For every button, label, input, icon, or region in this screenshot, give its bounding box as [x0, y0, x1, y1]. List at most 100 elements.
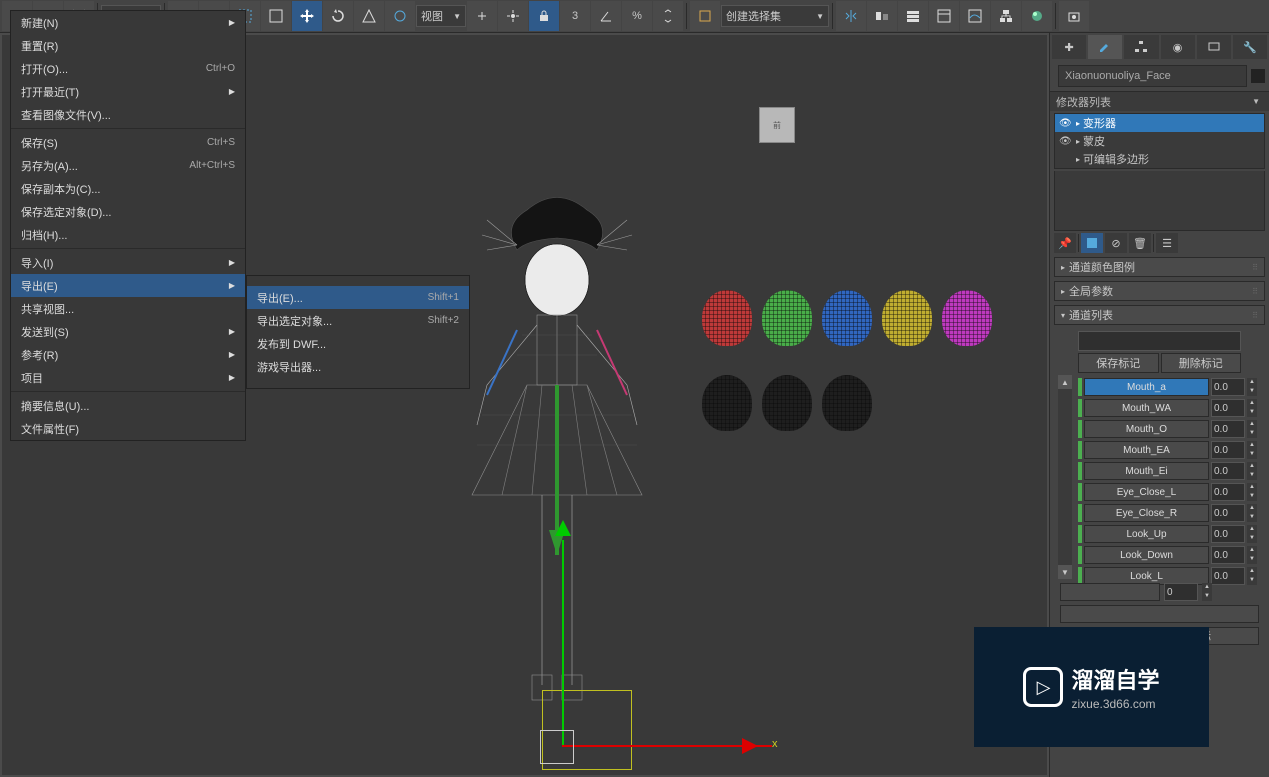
- menu-new[interactable]: 新建(N)▶: [11, 11, 245, 34]
- spinner-snap-icon[interactable]: [653, 1, 683, 31]
- channel-mouth-ei[interactable]: Mouth_Ei: [1084, 462, 1209, 480]
- curve-editor-icon[interactable]: [960, 1, 990, 31]
- modifier-morpher[interactable]: 👁▸变形器: [1055, 114, 1264, 132]
- channel-mouth-a[interactable]: Mouth_a: [1084, 378, 1209, 396]
- submenu-publish-dwf[interactable]: 发布到 DWF...: [247, 332, 469, 355]
- menu-view-image[interactable]: 查看图像文件(V)...: [11, 103, 245, 126]
- morph-head-red: [702, 290, 752, 346]
- morph-head-dark: [762, 375, 812, 431]
- morph-head-blue: [822, 290, 872, 346]
- selection-lock-icon[interactable]: [529, 1, 559, 31]
- channel-value[interactable]: 0.0: [1211, 378, 1245, 396]
- hidden-value[interactable]: 0: [1164, 583, 1198, 601]
- rollout-channel-list[interactable]: ▾通道列表⠿: [1054, 305, 1265, 325]
- named-selection-edit-icon[interactable]: [690, 1, 720, 31]
- menu-open[interactable]: 打开(O)...Ctrl+O: [11, 57, 245, 80]
- angle-snap-icon[interactable]: [591, 1, 621, 31]
- display-tab-icon[interactable]: [1197, 35, 1231, 59]
- export-submenu: 导出(E)...Shift+1 导出选定对象...Shift+2 发布到 DWF…: [246, 275, 470, 389]
- object-color-swatch[interactable]: [1251, 69, 1265, 83]
- modifier-stack[interactable]: 👁▸变形器 👁▸蒙皮 ▸可编辑多边形: [1054, 113, 1265, 169]
- watermark-title: 溜溜自学: [1071, 663, 1159, 695]
- material-editor-icon[interactable]: [1022, 1, 1052, 31]
- modify-tab-icon[interactable]: [1088, 35, 1122, 59]
- remove-modifier-icon[interactable]: 🗑: [1129, 233, 1151, 253]
- select-window-crossing-icon[interactable]: [261, 1, 291, 31]
- object-name-field[interactable]: Xiaonuonuoliya_Face: [1058, 65, 1247, 87]
- submenu-export-selected[interactable]: 导出选定对象...Shift+2: [247, 309, 469, 332]
- menu-send-to[interactable]: 发送到(S)▶: [11, 320, 245, 343]
- pin-stack-icon[interactable]: 📌: [1054, 233, 1076, 253]
- command-panel-tabs: ✚ ◉ 🔧: [1050, 33, 1269, 61]
- menu-archive[interactable]: 归档(H)...: [11, 223, 245, 246]
- morph-head-green: [762, 290, 812, 346]
- menu-export[interactable]: 导出(E)▶: [11, 274, 245, 297]
- watermark: ▷ 溜溜自学 zixue.3d66.com: [974, 627, 1209, 747]
- view-dropdown[interactable]: 视图▼: [416, 5, 466, 27]
- file-menu: 新建(N)▶ 重置(R) 打开(O)...Ctrl+O 打开最近(T)▶ 查看图…: [10, 10, 246, 441]
- mirror-icon[interactable]: [836, 1, 866, 31]
- rollout-channel-color[interactable]: ▸通道颜色图例⠿: [1054, 257, 1265, 277]
- rollout-global-params[interactable]: ▸全局参数⠿: [1054, 281, 1265, 301]
- configure-sets-icon[interactable]: ☰: [1156, 233, 1178, 253]
- snap-center-icon[interactable]: [498, 1, 528, 31]
- modifier-editable-poly[interactable]: ▸可编辑多边形: [1055, 150, 1264, 168]
- morph-target-heads-row2: [702, 375, 872, 431]
- channel-mouth-o[interactable]: Mouth_O: [1084, 420, 1209, 438]
- menu-share-view[interactable]: 共享视图...: [11, 297, 245, 320]
- menu-reset[interactable]: 重置(R): [11, 34, 245, 57]
- rotate-icon[interactable]: [323, 1, 353, 31]
- menu-save-as[interactable]: 另存为(A)...Alt+Ctrl+S: [11, 154, 245, 177]
- submenu-game-exporter[interactable]: 游戏导出器...: [247, 355, 469, 378]
- layer-icon[interactable]: [898, 1, 928, 31]
- delete-marker-button[interactable]: 删除标记: [1161, 353, 1242, 373]
- hierarchy-tab-icon[interactable]: [1124, 35, 1158, 59]
- morph-head-magenta: [942, 290, 992, 346]
- submenu-export[interactable]: 导出(E)...Shift+1: [247, 286, 469, 309]
- channel-scroll-up[interactable]: ▲: [1058, 375, 1072, 389]
- percent-snap-icon[interactable]: %: [622, 1, 652, 31]
- hidden-button-2[interactable]: [1060, 605, 1259, 623]
- placement-icon[interactable]: [385, 1, 415, 31]
- menu-import[interactable]: 导入(I)▶: [11, 251, 245, 274]
- modifier-list-dropdown[interactable]: 修改器列表▼: [1050, 91, 1269, 111]
- show-end-result-icon[interactable]: [1081, 233, 1103, 253]
- menu-reference[interactable]: 参考(R)▶: [11, 343, 245, 366]
- menu-file-properties[interactable]: 文件属性(F): [11, 417, 245, 440]
- make-unique-icon[interactable]: ⊘: [1105, 233, 1127, 253]
- move-icon[interactable]: [292, 1, 322, 31]
- channel-eye-close-l[interactable]: Eye_Close_L: [1084, 483, 1209, 501]
- save-marker-button[interactable]: 保存标记: [1078, 353, 1159, 373]
- channel-eye-close-r[interactable]: Eye_Close_R: [1084, 504, 1209, 522]
- modifier-skin[interactable]: 👁▸蒙皮: [1055, 132, 1264, 150]
- selection-set-dropdown[interactable]: 创建选择集▼: [721, 5, 829, 27]
- snap-3d-icon[interactable]: 3: [560, 1, 590, 31]
- marker-combo[interactable]: [1078, 331, 1241, 351]
- render-setup-icon[interactable]: [1059, 1, 1089, 31]
- character-wireframe: [342, 35, 1042, 775]
- channel-look-up[interactable]: Look_Up: [1084, 525, 1209, 543]
- toggle-ribbon-icon[interactable]: [929, 1, 959, 31]
- spinner-icon[interactable]: ▲▼: [1247, 378, 1257, 396]
- menu-save-selected[interactable]: 保存选定对象(D)...: [11, 200, 245, 223]
- menu-save-copy[interactable]: 保存副本为(C)...: [11, 177, 245, 200]
- menu-open-recent[interactable]: 打开最近(T)▶: [11, 80, 245, 103]
- hidden-button[interactable]: [1060, 583, 1160, 601]
- menu-project[interactable]: 项目▶: [11, 366, 245, 389]
- utilities-tab-icon[interactable]: 🔧: [1233, 35, 1267, 59]
- schematic-icon[interactable]: [991, 1, 1021, 31]
- channel-mouth-ea[interactable]: Mouth_EA: [1084, 441, 1209, 459]
- scale-icon[interactable]: [354, 1, 384, 31]
- modifier-stack-tools: 📌 ⊘ 🗑 ☰: [1050, 231, 1269, 255]
- align-icon[interactable]: [867, 1, 897, 31]
- snap-toggle-icon[interactable]: [467, 1, 497, 31]
- menu-summary-info[interactable]: 摘要信息(U)...: [11, 394, 245, 417]
- menu-save[interactable]: 保存(S)Ctrl+S: [11, 131, 245, 154]
- morph-head-dark: [702, 375, 752, 431]
- create-tab-icon[interactable]: ✚: [1052, 35, 1086, 59]
- channel-scroll-down[interactable]: ▼: [1058, 565, 1072, 579]
- channel-look-down[interactable]: Look_Down: [1084, 546, 1209, 564]
- channel-mouth-wa[interactable]: Mouth_WA: [1084, 399, 1209, 417]
- morph-head-yellow: [882, 290, 932, 346]
- motion-tab-icon[interactable]: ◉: [1161, 35, 1195, 59]
